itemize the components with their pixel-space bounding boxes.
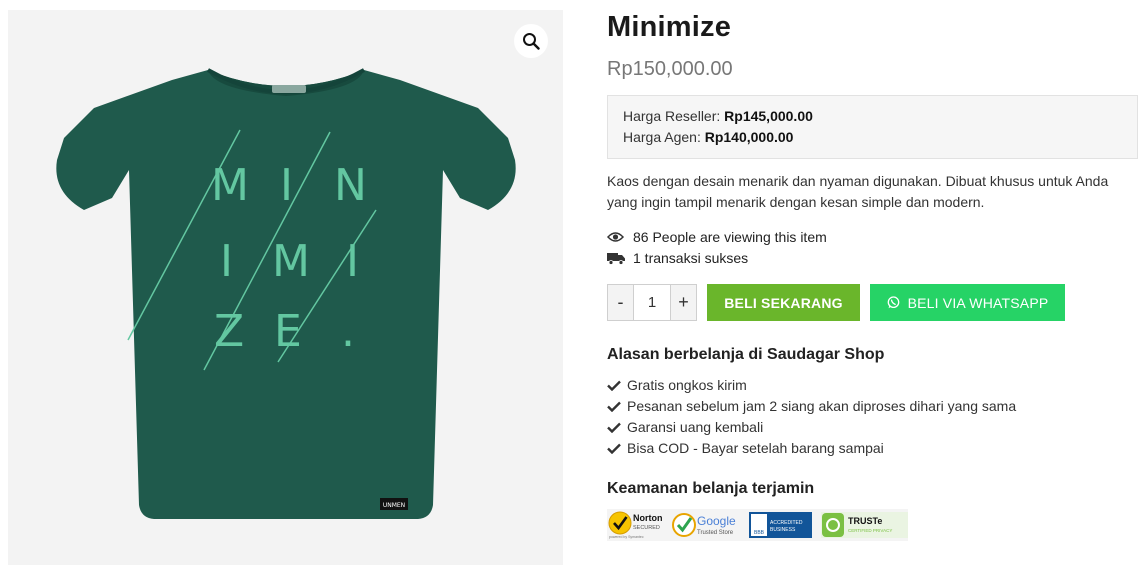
google-badge-title: Google	[697, 514, 736, 528]
reason-text: Pesanan sebelum jam 2 siang akan diprose…	[627, 398, 1017, 414]
check-icon	[607, 380, 622, 391]
google-trusted-store-badge: Google Trusted Store	[672, 513, 736, 537]
buy-now-button[interactable]: BELI SEKARANG	[707, 284, 860, 321]
product-title: Minimize	[607, 11, 732, 43]
eye-icon	[607, 229, 625, 245]
tier-price-row: Harga Agen: Rp140,000.00	[623, 127, 1122, 148]
reasons-list: Gratis ongkos kirim Pesanan sebelum jam …	[607, 375, 1139, 459]
google-badge-subtitle: Trusted Store	[697, 530, 734, 536]
quantity-decrease-button[interactable]: -	[608, 285, 634, 320]
check-icon	[607, 401, 622, 412]
tier-value: Rp145,000.00	[724, 108, 813, 124]
tier-price-box: Harga Reseller: Rp145,000.00 Harga Agen:…	[607, 95, 1138, 159]
product-summary: Minimize Rp150,000.00 Harga Reseller: Rp…	[607, 0, 1139, 541]
trust-badges: Norton SECURED powered by Symantec Googl…	[607, 509, 908, 541]
norton-badge: Norton SECURED powered by Symantec	[608, 511, 663, 539]
print-letter: .	[341, 306, 355, 357]
product-description: Kaos dengan desain menarik dan nyaman di…	[607, 173, 1109, 210]
print-letter: I	[280, 160, 293, 211]
product-image[interactable]: M I N I M I Z E . UNMEN	[8, 10, 563, 565]
truste-badge-subtitle: CERTIFIED PRIVACY	[848, 528, 892, 533]
viewers-row: 86 People are viewing this item	[607, 227, 1139, 247]
whatsapp-icon	[887, 296, 900, 309]
reason-text: Gratis ongkos kirim	[627, 377, 747, 393]
purchase-row: - + BELI SEKARANG BELI VIA WHATSAPP	[607, 284, 1139, 321]
bbb-accredited-badge: BBB ACCREDITED BUSINESS	[749, 512, 812, 538]
check-icon	[607, 422, 622, 433]
norton-badge-subtitle: SECURED	[633, 525, 660, 531]
hem-tag-text: UNMEN	[383, 502, 405, 509]
norton-badge-title: Norton	[633, 513, 663, 523]
truste-badge: TRUSTe CERTIFIED PRIVACY	[821, 512, 908, 538]
print-letter: I	[346, 236, 359, 287]
truck-icon	[607, 250, 625, 266]
tier-label: Harga Reseller:	[623, 108, 721, 124]
security-title: Keamanan belanja terjamin	[607, 480, 815, 497]
whatsapp-button-label: BELI VIA WHATSAPP	[907, 294, 1049, 311]
sales-text: 1 transaksi sukses	[633, 250, 749, 266]
bbb-badge-mark: BBB	[754, 530, 765, 536]
tier-label: Harga Agen:	[623, 129, 701, 145]
bbb-badge-line1: ACCREDITED	[770, 520, 803, 526]
buy-via-whatsapp-button[interactable]: BELI VIA WHATSAPP	[870, 284, 1065, 321]
sales-row: 1 transaksi sukses	[607, 248, 1139, 268]
reason-text: Garansi uang kembali	[627, 419, 764, 435]
list-item: Bisa COD - Bayar setelah barang sampai	[607, 438, 1139, 459]
list-item: Gratis ongkos kirim	[607, 375, 1139, 396]
print-letter: I	[220, 236, 233, 287]
norton-badge-powered: powered by Symantec	[609, 535, 644, 539]
check-icon	[607, 443, 622, 454]
tier-price-row: Harga Reseller: Rp145,000.00	[623, 106, 1122, 127]
reasons-title: Alasan berbelanja di Saudagar Shop	[607, 346, 885, 363]
print-letter: M	[211, 160, 249, 211]
list-item: Garansi uang kembali	[607, 417, 1139, 438]
reason-text: Bisa COD - Bayar setelah barang sampai	[627, 440, 884, 456]
truste-badge-title: TRUSTe	[848, 516, 882, 526]
trust-badges-image: Norton SECURED powered by Symantec Googl…	[608, 511, 908, 539]
print-letter: Z	[214, 306, 244, 357]
magnifier-icon	[523, 33, 540, 50]
product-gallery: M I N I M I Z E . UNMEN	[8, 10, 563, 565]
quantity-input[interactable]	[634, 285, 670, 320]
product-price: Rp150,000.00	[607, 58, 733, 80]
quantity-increase-button[interactable]: +	[670, 285, 696, 320]
print-letter: M	[272, 236, 310, 287]
zoom-button[interactable]	[514, 24, 548, 58]
print-letter: E	[274, 306, 302, 357]
tier-value: Rp140,000.00	[704, 129, 794, 145]
viewers-text: 86 People are viewing this item	[633, 229, 827, 245]
print-letter: N	[334, 160, 367, 211]
product-meta: 86 People are viewing this item 1 transa…	[607, 227, 1139, 268]
bbb-badge-line2: BUSINESS	[770, 527, 796, 533]
quantity-stepper: - +	[607, 284, 697, 321]
list-item: Pesanan sebelum jam 2 siang akan diprose…	[607, 396, 1139, 417]
